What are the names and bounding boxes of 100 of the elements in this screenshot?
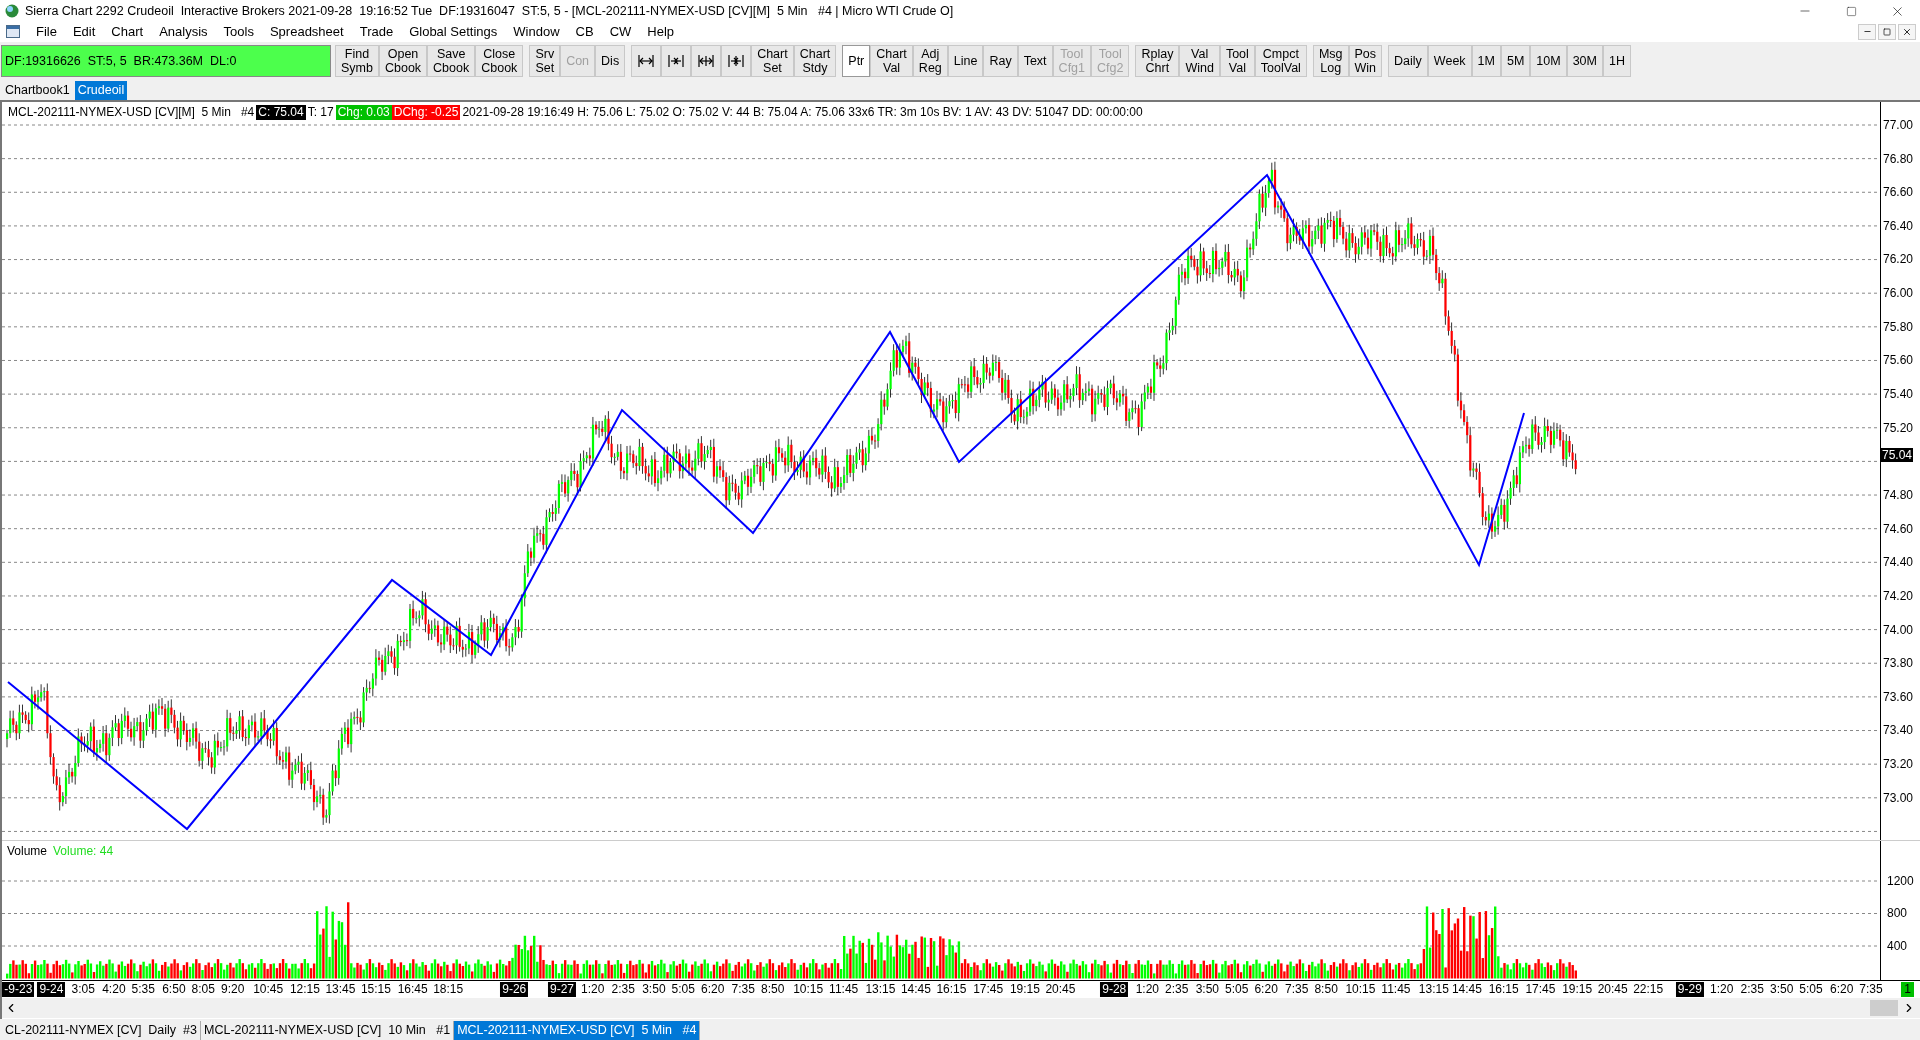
date-label: 9-24 (37, 981, 66, 997)
menu-item[interactable]: Analysis (151, 22, 216, 42)
document-icon (6, 25, 20, 39)
time-label: 18:15 (433, 981, 464, 997)
toolbar-button[interactable]: Srv Set (529, 44, 561, 77)
window-title: Sierra Chart 2292 Crudeoil Interactive Brokers 2021-09-28 19:16:52 Tue DF:19316047 ST:5, 5 - [MCL-202111-NYMEX-USD [CV][M] 5 Min #4 | Micro WTI Crude O] (25, 2, 954, 20)
time-label: 2:35 (611, 981, 635, 997)
toolbar-button[interactable]: 30M (1566, 44, 1603, 77)
toolbar-button[interactable]: Val Wind (1179, 44, 1220, 77)
menu-item[interactable]: Tools (215, 22, 262, 42)
zoom-tool-button[interactable] (691, 44, 722, 77)
time-label: 16:15 (936, 981, 967, 997)
toolbar-button[interactable]: 5M (1500, 44, 1531, 77)
axis-label: 77.00 (1883, 117, 1914, 132)
toolbar-button[interactable]: 1M (1471, 44, 1501, 77)
zoom-tool-button[interactable] (721, 44, 752, 77)
time-label: 10:15 (793, 981, 824, 997)
menu-item[interactable]: Global Settings (401, 22, 506, 42)
axis-label: 75.20 (1883, 420, 1914, 435)
menu-item[interactable]: CB (567, 22, 602, 42)
app-logo-icon (5, 4, 19, 18)
chartbook-tab[interactable]: Crudeoil (74, 80, 128, 100)
mdi-close-button[interactable] (1898, 24, 1916, 40)
chart-info-text: Chg: 0.03 (335, 104, 392, 120)
axis-label: 73.00 (1883, 790, 1914, 805)
axis-label: 73.80 (1883, 656, 1914, 671)
date-label: 9-26 (500, 981, 529, 997)
chart-tab[interactable]: MCL-202111-NYMEX-USD [CV] 5 Min #4 (454, 1021, 701, 1040)
mdi-minimize-button[interactable] (1858, 24, 1876, 40)
status-box: DF:19316626 ST:5, 5 BR:473.36M DL:0 (1, 44, 331, 77)
toolbar-button[interactable]: Ptr (842, 44, 871, 77)
toolbar-button[interactable]: Pos Win (1348, 44, 1383, 77)
chart-tab[interactable]: CL-202111-NYMEX [CV] Daily #3 (2, 1021, 201, 1040)
toolbar-button[interactable]: Save Cbook (427, 44, 476, 77)
menu-item[interactable]: Edit (64, 22, 104, 42)
toolbar-button[interactable]: Daily (1388, 44, 1428, 77)
toolbar-button[interactable]: Close Cbook (475, 44, 524, 77)
compress-arrows-icon (697, 53, 716, 68)
zoom-tool-button[interactable] (631, 44, 662, 77)
time-label: 14:45 (1451, 981, 1482, 997)
toolbar-button[interactable]: 10M (1530, 44, 1567, 77)
time-label: 17:45 (973, 981, 1004, 997)
toolbar-button[interactable]: Adj Reg (912, 44, 948, 77)
time-label: 11:45 (1381, 981, 1411, 997)
zoom-tool-button[interactable] (661, 44, 692, 77)
zoom-in-arrows-icon (667, 53, 686, 68)
time-label: 15:15 (360, 981, 391, 997)
toolbar-button[interactable]: Ray (983, 44, 1018, 77)
time-label: 2:35 (1740, 981, 1764, 997)
scrollbar-thumb[interactable] (1870, 999, 1898, 1016)
toolbar-button[interactable]: Dis (595, 44, 626, 77)
toolbar-button[interactable]: Text (1017, 44, 1053, 77)
toolbar-button[interactable]: Chart Set (751, 44, 794, 77)
time-label: 6:20 (1254, 981, 1278, 997)
date-label: 9-29 (1675, 981, 1704, 997)
menu-item[interactable]: CW (601, 22, 640, 42)
time-label: 1:20 (581, 981, 605, 997)
toolbar-button[interactable]: Week (1427, 44, 1472, 77)
toolbar-button[interactable]: Open Cbook (378, 44, 428, 77)
time-label: 10:45 (253, 981, 284, 997)
axis-label: 800 (1887, 906, 1908, 921)
toolbar-button[interactable]: Chart Stdy (793, 44, 837, 77)
menu-item[interactable]: Trade (351, 22, 402, 42)
axis-label: 1200 (1887, 873, 1914, 888)
chart-info-text: T: 17 (306, 104, 335, 120)
time-label: 13:15 (1418, 981, 1449, 997)
toolbar-button[interactable]: Chart Val (870, 44, 913, 77)
toolbar-button[interactable]: Cmpct ToolVal (1254, 44, 1307, 77)
toolbar-button[interactable]: Rplay Chrt (1135, 44, 1180, 77)
time-label: 3:50 (642, 981, 666, 997)
toolbar-button[interactable]: 1H (1603, 44, 1631, 77)
toolbar-button[interactable]: Tool Val (1219, 44, 1255, 77)
menu-item[interactable]: File (28, 22, 65, 42)
time-label: 6:20 (701, 981, 725, 997)
menu-item[interactable]: Chart (103, 22, 152, 42)
horizontal-scrollbar[interactable] (2, 997, 1920, 1018)
axis-label: 73.20 (1883, 757, 1914, 772)
toolbar-button[interactable]: Line (947, 44, 984, 77)
axis-label: 75.80 (1883, 319, 1914, 334)
badge: 1 (1901, 981, 1914, 997)
menu-item[interactable]: Help (639, 22, 683, 42)
time-label: 3:05 (71, 981, 95, 997)
menu-item[interactable]: Window (505, 22, 568, 42)
time-label: 16:15 (1488, 981, 1519, 997)
study-name: Volume (7, 842, 48, 860)
time-label: 3:50 (1769, 981, 1794, 997)
axis-label: 74.20 (1883, 588, 1914, 603)
chart-info-text: 2021-09-28 19:16:49 H: 75.06 L: 75.02 O: 75.02 V: 44 B: 75.04 A: 75.06 33x6 TR: 3m 10s BV: 1 AV: 43 DV: 51047 DD: 00:00:00 (461, 104, 1144, 120)
time-label: 20:45 (1045, 981, 1076, 997)
toolbar-button[interactable]: Msg Log (1312, 44, 1349, 77)
menu-item[interactable]: Spreadsheet (261, 22, 352, 42)
date-label: -9-23 (2, 981, 35, 997)
toolbar-button[interactable]: Find Symb (335, 44, 379, 77)
time-label: 12:15 (289, 981, 320, 997)
time-label: 3:50 (1195, 981, 1219, 997)
axis-label: 76.60 (1883, 185, 1914, 200)
date-label: 9-27 (548, 981, 577, 997)
time-label: 6:50 (162, 981, 186, 997)
time-label: 5:05 (1799, 981, 1823, 997)
time-label: 5:05 (671, 981, 695, 997)
